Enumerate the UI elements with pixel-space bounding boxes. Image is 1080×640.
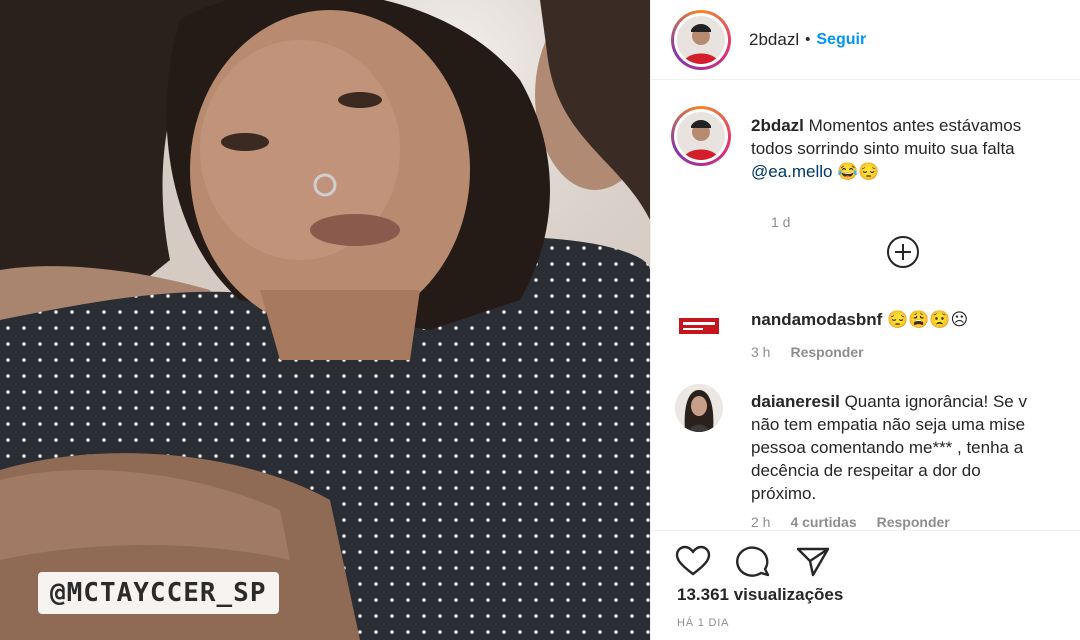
video-frame	[0, 0, 650, 640]
author-username[interactable]: 2bdazl	[749, 30, 799, 50]
comment-likes[interactable]: 4 curtidas	[790, 514, 856, 530]
commenter-avatar[interactable]	[675, 384, 723, 432]
comment-body: 😔😩😟☹	[887, 310, 969, 329]
reply-button[interactable]: Responder	[877, 514, 950, 530]
comment-meta: 3 h Responder	[751, 344, 864, 360]
post-sidebar: 2bdazl • Seguir 2bdazl Momentos antes es…	[650, 0, 1080, 640]
comment-body-line-1: Quanta ignorância! Se v	[844, 392, 1027, 411]
caption-emojis: 😂😔	[837, 162, 880, 181]
author-avatar[interactable]	[671, 9, 731, 70]
commenter-avatar-image	[675, 384, 723, 432]
caption-text: 2bdazl Momentos antes estávamos todos so…	[751, 114, 1080, 183]
mention-sticker: @MCTAYCCER_SP	[38, 572, 279, 614]
caption-avatar[interactable]	[671, 106, 731, 166]
post-header: 2bdazl • Seguir	[651, 0, 1080, 80]
share-icon[interactable]	[795, 545, 831, 577]
load-more-comments-button[interactable]	[887, 236, 919, 268]
post-date[interactable]: HÁ 1 DIA	[677, 617, 729, 629]
comment-text: nandamodasbnf 😔😩😟☹	[751, 308, 1080, 331]
caption-line-2: todos sorrindo sinto muito sua falta	[751, 139, 1015, 158]
heart-icon[interactable]	[675, 545, 711, 577]
caption-line-1: Momentos antes estávamos	[808, 116, 1022, 135]
reply-button[interactable]: Responder	[790, 344, 863, 360]
post-actions: 13.361 visualizações HÁ 1 DIA	[651, 530, 1080, 640]
caption-mention[interactable]: @ea.mello	[751, 162, 833, 181]
comment-username[interactable]: daianeresil	[751, 392, 840, 411]
comment-username[interactable]: nandamodasbnf	[751, 310, 882, 329]
video-player[interactable]: @MCTAYCCER_SP	[0, 0, 650, 640]
caption-username[interactable]: 2bdazl	[751, 116, 804, 135]
author-avatar-image	[677, 15, 725, 64]
caption-avatar-image	[677, 112, 725, 160]
caption-timestamp[interactable]: 1 d	[771, 214, 790, 230]
view-count[interactable]: 13.361 visualizações	[677, 585, 843, 605]
comment-timestamp[interactable]: 3 h	[751, 344, 770, 360]
follow-button[interactable]: Seguir	[816, 31, 866, 49]
comment-text: daianeresil Quanta ignorância! Se v não …	[751, 390, 1080, 505]
comment-meta: 2 h 4 curtidas Responder	[751, 514, 950, 530]
commenter-avatar-image	[675, 302, 723, 350]
commenter-avatar[interactable]	[675, 302, 723, 350]
comment-body-rest: não tem empatia não seja uma mise pessoa…	[751, 415, 1026, 503]
comment-icon[interactable]	[735, 545, 771, 577]
comments-list[interactable]: 2bdazl Momentos antes estávamos todos so…	[651, 80, 1080, 530]
separator-dot: •	[805, 31, 811, 48]
comment-timestamp[interactable]: 2 h	[751, 514, 770, 530]
